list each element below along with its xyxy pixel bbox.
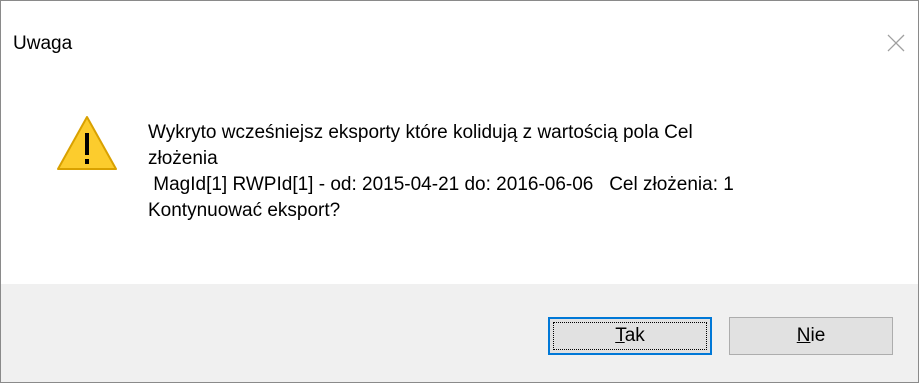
dialog-content: Wykryto wcześniejsz eksporty które kolid… [1,89,918,284]
close-button[interactable] [882,23,918,63]
message-line: MagId[1] RWPId[1] - od: 2015-04-21 do: 2… [148,174,734,195]
title-bar: Uwaga [1,1,918,89]
button-bar: Tak Nie [1,284,918,382]
no-label-rest: ie [810,325,826,346]
close-icon [887,34,905,52]
yes-button[interactable]: Tak [548,317,712,355]
no-button[interactable]: Nie [729,317,893,355]
dialog-title: Uwaga [13,33,73,54]
message-line: Kontynuować eksport? [148,200,341,221]
dialog-message: Wykryto wcześniejsz eksporty które kolid… [148,120,888,224]
message-line: Wykryto wcześniejsz eksporty które kolid… [148,122,693,143]
message-line: złożenia [148,148,218,169]
focus-rectangle [553,322,707,350]
no-button-label: Nie [797,325,826,347]
warning-icon [57,116,117,170]
message-dialog: Uwaga Wykryto wcześniejsz eksporty które… [0,0,919,383]
no-mnemonic: N [796,325,811,346]
